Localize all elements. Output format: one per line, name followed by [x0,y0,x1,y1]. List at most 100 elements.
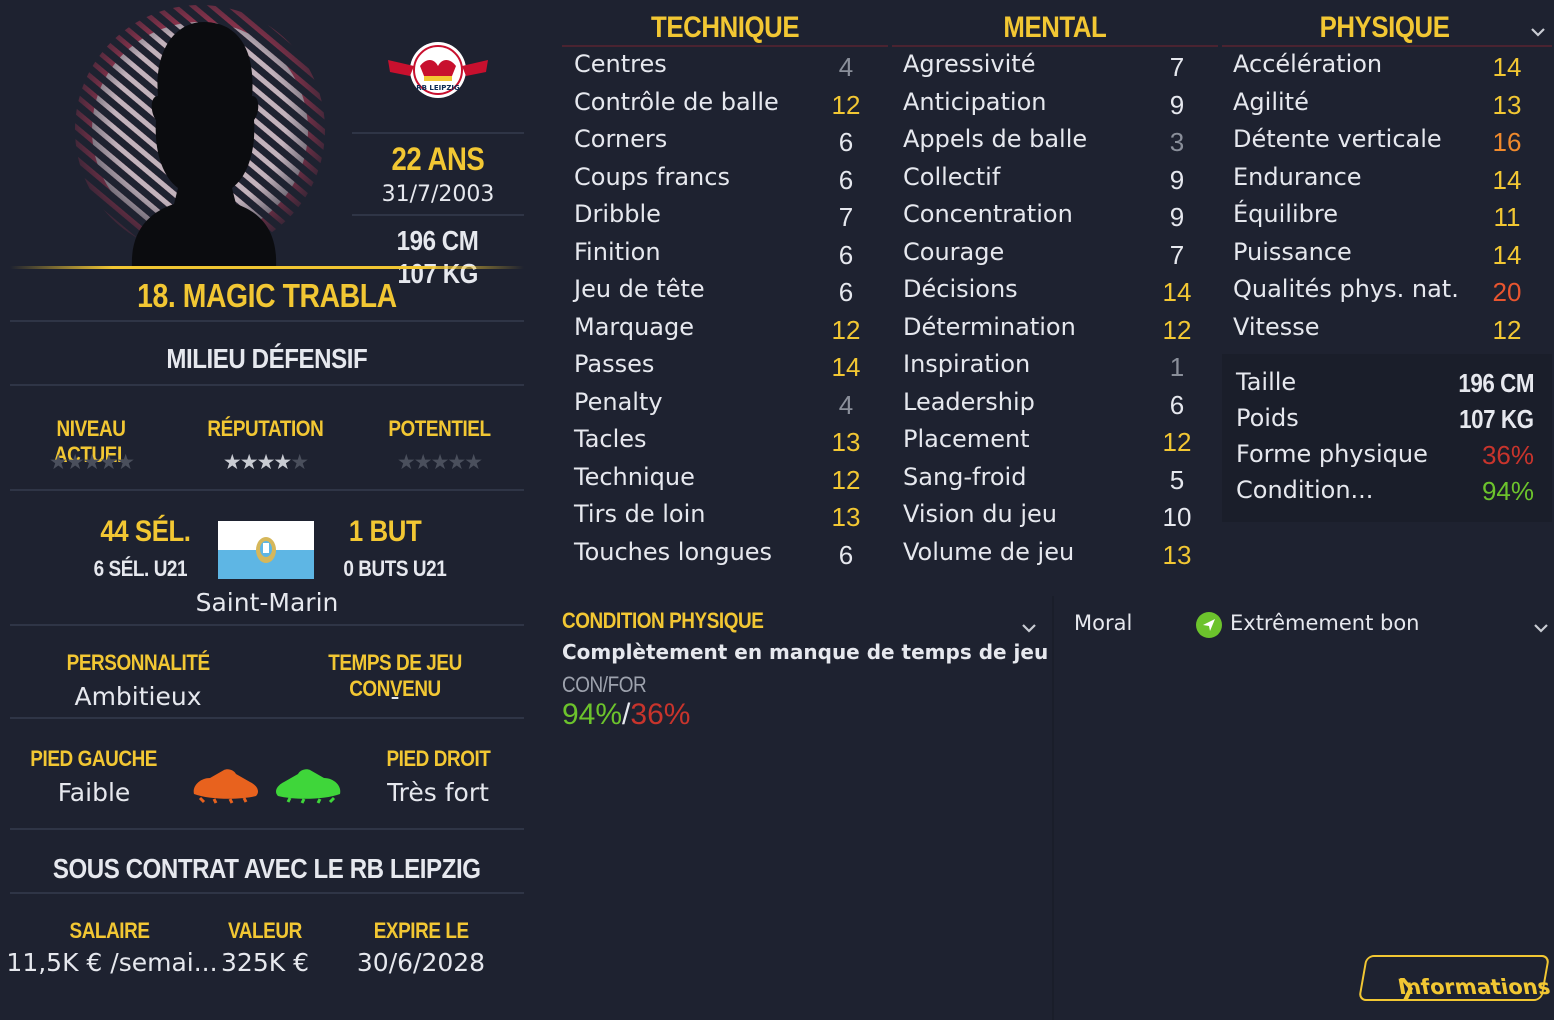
attribute-name: Jeu de tête [574,275,705,303]
player-profile-panel: RB LEIPZIG 22 ANS 31/7/2003 196 CM107 KG… [0,0,540,1020]
attribute-row-physique[interactable]: Endurance 14 [1233,163,1553,200]
attribute-row-technique[interactable]: Tirs de loin 13 [574,500,894,537]
current-ability-stars[interactable]: ★★★★★ [6,450,176,474]
attribute-value: 12 [831,314,861,345]
attribute-row-mental[interactable]: Leadership 6 [903,388,1223,425]
salary-value: 11,5K € /semai... [6,948,218,977]
attribute-value: 13 [831,427,861,457]
attribute-row-mental[interactable]: Anticipation 9 [903,88,1223,125]
attribute-value: 4 [838,389,854,420]
star-icon: ★ [447,450,466,474]
attribute-row-technique[interactable]: Touches longues 6 [574,538,894,575]
information-button[interactable]: Informations ❯ [1357,955,1552,1001]
attribute-row-technique[interactable]: Dribble 7 [574,200,894,237]
attribute-row-physique[interactable]: Équilibre 11 [1233,200,1553,237]
attribute-row-technique[interactable]: Passes 14 [574,350,894,387]
star-icon: ★ [273,450,292,474]
attribute-name: Marquage [574,312,695,341]
attribute-name: Volume de jeu [903,537,1075,566]
player-height: 196 CM [397,225,479,256]
panel-divider [1052,596,1054,1020]
reputation-label: RÉPUTATION [207,416,323,441]
attribute-value: 1 [1169,352,1185,382]
star-icon: ★ [116,450,135,474]
attribute-row-technique[interactable]: Finition 6 [574,238,894,275]
attribute-name: Tirs de loin [574,500,706,528]
reputation-stars[interactable]: ★★★★★ [180,450,350,474]
attribute-row-mental[interactable]: Sang-froid 5 [903,463,1223,500]
attribute-row-mental[interactable]: Concentration 9 [903,200,1223,237]
attribute-value: 13 [1492,89,1522,120]
personality-value: Ambitieux [74,682,202,711]
attribute-row-physique[interactable]: Agilité 13 [1233,88,1553,125]
value-value: 325K € [221,948,309,977]
attribute-row-physique[interactable]: Détente verticale 16 [1233,125,1553,162]
attribute-row-mental[interactable]: Décisions 14 [903,275,1223,312]
condition-value: 94% [1481,476,1534,506]
attribute-row-mental[interactable]: Appels de balle 3 [903,125,1223,162]
attribute-row-mental[interactable]: Courage 7 [903,238,1223,275]
attribute-value: 5 [1169,464,1185,495]
chevron-down-icon[interactable] [1533,620,1549,636]
height-value: 196 CM [1458,368,1534,398]
player-age: 22 ANS [391,141,485,177]
con-for-value: 94%/36% [562,698,690,732]
divider [10,624,524,626]
attribute-row-mental[interactable]: Vision du jeu 10 [903,500,1223,537]
attribute-row-technique[interactable]: Corners 6 [574,125,894,162]
chevron-down-icon[interactable] [1530,24,1546,40]
attribute-row-physique[interactable]: Accélération 14 [1233,50,1553,87]
left-boot-icon [190,764,262,804]
attribute-value: 12 [831,464,861,495]
attribute-row-physique[interactable]: Qualités phys. nat. 20 [1233,275,1553,312]
attribute-row-technique[interactable]: Technique 12 [574,463,894,500]
san-marino-flag-icon[interactable] [218,521,314,579]
player-position: MILIEU DÉFENSIF [166,343,368,374]
divider [10,717,524,719]
attribute-value: 9 [1169,202,1185,232]
attribute-value: 14 [1492,239,1522,270]
attribute-row-technique[interactable]: Penalty 4 [574,388,894,425]
morale-value: Extrêmement bon [1230,611,1420,635]
attribute-name: Décisions [903,275,1018,303]
attribute-value: 4 [838,52,854,82]
attribute-row-mental[interactable]: Inspiration 1 [903,350,1223,387]
divider [10,828,524,830]
player-nation[interactable]: Saint-Marin [10,588,524,617]
header-underline [892,45,1218,47]
attribute-row-technique[interactable]: Centres 4 [574,50,894,87]
salary-label: SALAIRE [69,918,151,943]
attribute-value: 13 [1162,539,1192,570]
attribute-value: 14 [1162,277,1192,307]
attribute-row-physique[interactable]: Vitesse 12 [1233,313,1553,350]
attribute-name: Agilité [1233,87,1309,116]
star-icon: ★ [239,450,259,474]
attribute-row-mental[interactable]: Collectif 9 [903,163,1223,200]
attribute-row-mental[interactable]: Placement 12 [903,425,1223,462]
condition-section-title[interactable]: CONDITION PHYSIQUE [562,608,796,634]
attribute-row-technique[interactable]: Tacles 13 [574,425,894,462]
chevron-right-icon: ❯ [1396,975,1418,999]
attribute-name: Contrôle de balle [574,87,779,116]
fitness-value: 36% [1481,440,1534,470]
attribute-row-technique[interactable]: Coups francs 6 [574,163,894,200]
attribute-row-technique[interactable]: Jeu de tête 6 [574,275,894,312]
physical-info-box: Taille 196 CM Poids 107 KG Forme physiqu… [1222,354,1552,522]
attribute-name: Détente verticale [1233,125,1442,153]
technique-header: TECHNIQUE [650,11,800,44]
attribute-row-technique[interactable]: Contrôle de balle 12 [574,88,894,125]
attribute-value: 20 [1492,277,1522,307]
attribute-row-mental[interactable]: Agressivité 7 [903,50,1223,87]
attribute-name: Inspiration [903,350,1031,378]
chevron-down-icon[interactable] [1021,620,1037,636]
contract-title[interactable]: SOUS CONTRAT AVEC LE RB LEIPZIG [10,852,524,885]
attribute-name: Agressivité [903,50,1036,78]
star-icon: ★ [82,450,102,474]
attribute-row-physique[interactable]: Puissance 14 [1233,238,1553,275]
potential-ability-stars[interactable]: ★★★★★ [354,450,524,474]
attribute-row-mental[interactable]: Volume de jeu 13 [903,538,1223,575]
morale-arrow-icon [1196,612,1222,638]
attribute-name: Accélération [1233,50,1383,78]
attribute-row-technique[interactable]: Marquage 12 [574,313,894,350]
attribute-row-mental[interactable]: Détermination 12 [903,313,1223,350]
